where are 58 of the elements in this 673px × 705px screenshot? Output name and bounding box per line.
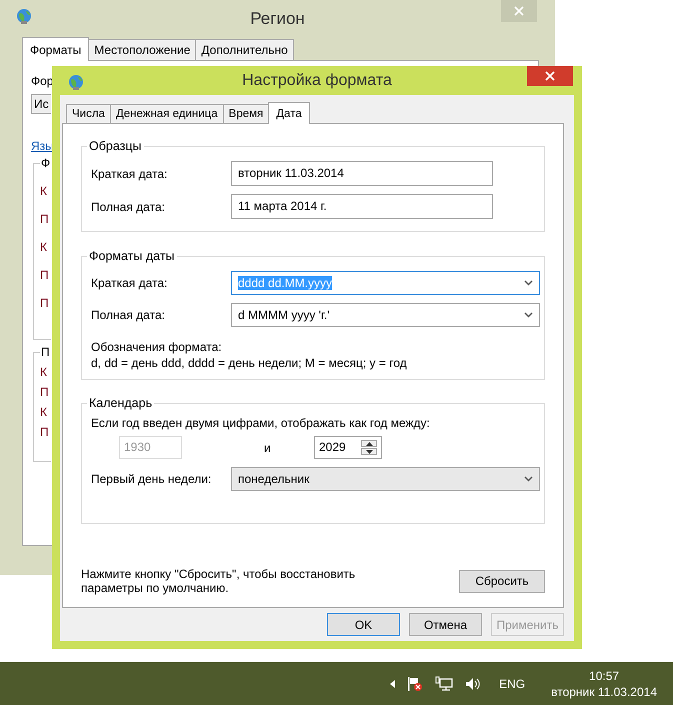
field-label: К [40,405,47,419]
group-title: Образцы [87,139,144,153]
text-field[interactable]: вторник 11.03.2014 [231,161,493,186]
year-field[interactable]: 2029 [314,436,382,459]
tab[interactable]: Дополнительно [195,39,294,60]
field-label: Первый день недели: [91,472,212,486]
field-label: П [40,425,49,439]
field-label: П [40,296,49,310]
chevron-down-icon [524,476,533,482]
dropdown[interactable]: Ис [31,94,51,114]
language-indicator[interactable]: ENG [499,676,526,690]
close-icon [514,6,524,16]
field-label: П [40,212,49,226]
close-button[interactable] [527,66,573,86]
notation-text: Обозначения формата: [91,340,223,354]
arrow-up-icon [366,442,372,446]
field-label: К [40,365,47,379]
notation-text: d, dd = день ddd, dddd = день недели; M = месяц; y = год [91,356,408,370]
group-title: Форматы даты [87,249,177,263]
window-title: Регион [250,9,305,29]
globe-icon [16,8,32,24]
field-label: Краткая дата: [91,276,168,290]
clock[interactable]: 10:57 вторник 11.03.2014 [551,668,657,700]
close-icon [545,71,555,81]
tab[interactable]: Местоположение [88,39,196,60]
chevron-down-icon [524,280,533,286]
spin-up-button[interactable] [361,440,377,447]
field-label: К [40,240,47,254]
combo-box[interactable]: d MMMM yyyy 'г.' [231,303,540,327]
field-label: и [264,440,272,454]
field-label: Полная дата: [91,200,166,214]
network-icon [435,676,454,692]
combo-box[interactable]: понедельник [231,467,540,491]
reset-button[interactable]: Сбросить [459,570,545,592]
speaker-icon [465,676,482,690]
cancel-button[interactable]: Отмена [409,613,482,636]
field-label: Краткая дата: [91,166,168,180]
tab[interactable]: Числа [66,104,111,123]
field-label: К [40,184,47,198]
field-label: П [40,268,49,282]
tab[interactable]: Дата [268,102,310,124]
window-title: Настройка формата [242,72,392,90]
globe-icon [68,74,84,90]
field-label: Если год введен двумя цифрами, отображать как год между: [91,416,431,430]
caret-left-icon [390,680,396,688]
group-title: Ф [40,156,52,170]
field-label: Полная дата: [91,308,166,322]
tab[interactable]: Форматы [22,37,90,61]
chevron-down-icon [524,312,533,318]
text-field[interactable]: 11 марта 2014 г. [231,194,493,219]
spin-down-button[interactable] [361,448,377,455]
group-title: Календарь [87,396,154,410]
field-label: П [40,385,49,399]
group-title: П [40,345,51,359]
ok-button[interactable]: OK [327,613,400,636]
reset-note: Нажмите кнопку "Сбросить", чтобы восстановить параметры по умолчанию. [81,567,356,595]
flag-icon [407,676,424,692]
arrow-down-icon [366,450,372,454]
